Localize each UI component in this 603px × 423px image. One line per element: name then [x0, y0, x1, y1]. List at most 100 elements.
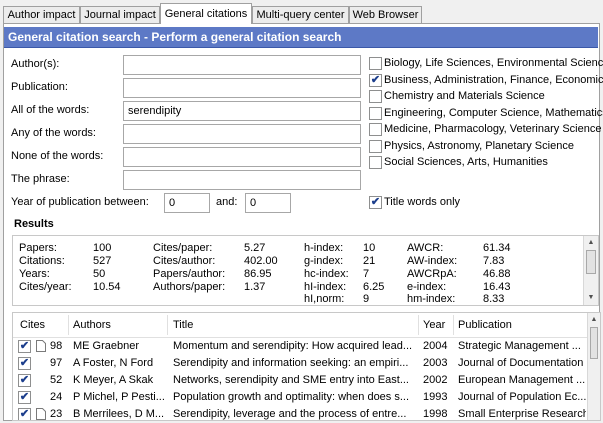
phrase-input[interactable]: [123, 170, 361, 190]
cites-author-value: 402.00: [244, 255, 278, 267]
subject-social-sciences-label: Social Sciences, Arts, Humanities: [384, 156, 548, 168]
results-metrics-panel: Papers: 100 Citations: 527 Years: 50 Cit…: [12, 235, 599, 306]
phrase-label: The phrase:: [11, 173, 70, 185]
year-from-input[interactable]: 0: [164, 193, 210, 213]
scroll-up-arrow-icon[interactable]: ▲: [584, 238, 598, 248]
tab-web-browser[interactable]: Web Browser: [349, 6, 422, 23]
subject-engineering-checkbox[interactable]: [369, 107, 382, 120]
cites-paper-value: 5.27: [244, 242, 266, 254]
hm-index-label: hm-index:: [407, 293, 456, 305]
subject-business-checkbox[interactable]: ✔: [369, 74, 382, 87]
tab-general-citations[interactable]: General citations: [160, 3, 252, 24]
column-header-authors[interactable]: Authors: [73, 319, 111, 331]
table-row[interactable]: ✔ 52 K Meyer, A Skak Networks, serendipi…: [13, 372, 600, 389]
cites-cell: 97: [50, 357, 63, 369]
page-title: General citation search - Perform a gene…: [4, 27, 598, 48]
column-header-title[interactable]: Title: [173, 319, 193, 331]
subject-chemistry-checkbox[interactable]: [369, 90, 382, 103]
authors-cell: K Meyer, A Skak: [73, 374, 154, 386]
results-scrollbar[interactable]: ▲ ▼: [583, 236, 598, 305]
column-divider[interactable]: [68, 315, 69, 335]
hc-index-value: 7: [363, 268, 370, 280]
scroll-down-arrow-icon[interactable]: ▼: [584, 293, 598, 303]
table-scrollbar[interactable]: ▲: [587, 313, 600, 420]
scrollbar-thumb[interactable]: [586, 250, 596, 274]
title-words-only-checkbox[interactable]: ✔: [369, 196, 382, 209]
none-words-input[interactable]: [123, 147, 361, 167]
publication-input[interactable]: [123, 78, 361, 98]
year-cell: 1998: [423, 408, 448, 420]
publication-cell: Strategic Management ...: [458, 340, 581, 352]
scroll-up-arrow-icon[interactable]: ▲: [588, 315, 600, 325]
publication-cell: Journal of Population Ec...: [458, 391, 586, 403]
cites-cell: 52: [50, 374, 63, 386]
subject-engineering-label: Engineering, Computer Science, Mathemati…: [384, 107, 603, 119]
cites-cell: 98: [50, 340, 63, 352]
authors-cell: P Michel, P Pesti...: [73, 391, 165, 403]
hm-index-value: 8.33: [483, 293, 505, 305]
cites-year-value: 10.54: [93, 281, 121, 293]
column-header-year[interactable]: Year: [423, 319, 445, 331]
subject-physics-checkbox[interactable]: [369, 140, 382, 153]
awcr-value: 61.34: [483, 242, 511, 254]
column-divider[interactable]: [167, 315, 168, 335]
row-select-checkbox[interactable]: ✔: [18, 340, 31, 353]
title-cell: Serendipity and information seeking: an …: [173, 357, 409, 369]
authors-cell: ME Graebner: [73, 340, 140, 352]
tab-multi-query-center[interactable]: Multi-query center: [252, 6, 349, 23]
years-label: Years:: [19, 268, 50, 280]
table-row[interactable]: ✔ 23 B Merrilees, D M... Serendipity, le…: [13, 406, 600, 420]
tab-bar: Author impact Journal impact General cit…: [0, 0, 603, 24]
publication-cell: Journal of Documentation: [458, 357, 584, 369]
hi-norm-label: hI,norm:: [304, 293, 345, 305]
awcrpa-label: AWCRpA:: [407, 268, 457, 280]
cites-cell: 24: [50, 391, 63, 403]
aw-index-label: AW-index:: [407, 255, 458, 267]
column-divider[interactable]: [453, 315, 454, 335]
column-header-cites[interactable]: Cites: [20, 319, 45, 331]
awcr-label: AWCR:: [407, 242, 444, 254]
subject-biology-checkbox[interactable]: [369, 57, 382, 70]
any-words-input[interactable]: [123, 124, 361, 144]
table-row[interactable]: ✔ 97 A Foster, N Ford Serendipity and in…: [13, 355, 600, 372]
year-cell: 1993: [423, 391, 448, 403]
and-label: and:: [216, 196, 238, 208]
row-select-checkbox[interactable]: ✔: [18, 408, 31, 420]
table-row[interactable]: ✔ 24 P Michel, P Pesti... Population gro…: [13, 389, 600, 406]
subject-biology-label: Biology, Life Sciences, Environmental Sc…: [384, 57, 603, 69]
all-words-input[interactable]: serendipity: [123, 101, 361, 121]
subject-physics-label: Physics, Astronomy, Planetary Science: [384, 140, 574, 152]
any-words-label: Any of the words:: [11, 127, 96, 139]
subject-medicine-checkbox[interactable]: [369, 123, 382, 136]
table-header: Cites Authors Title Year Publication: [13, 313, 600, 338]
column-divider[interactable]: [418, 315, 419, 335]
tab-journal-impact[interactable]: Journal impact: [80, 6, 160, 23]
title-cell: Momentum and serendipity: How acquired l…: [173, 340, 413, 352]
scrollbar-thumb[interactable]: [590, 327, 598, 359]
papers-author-value: 86.95: [244, 268, 272, 280]
hc-index-label: hc-index:: [304, 268, 349, 280]
table-row[interactable]: ✔ 98 ME Graebner Momentum and serendipit…: [13, 338, 600, 355]
results-heading: Results: [14, 218, 54, 230]
subject-business-label: Business, Administration, Finance, Econo…: [384, 74, 603, 86]
all-words-label: All of the words:: [11, 104, 90, 116]
publication-cell: Small Enterprise Research: [458, 408, 586, 420]
cites-paper-label: Cites/paper:: [153, 242, 213, 254]
citations-value: 527: [93, 255, 112, 267]
authors-input[interactable]: [123, 55, 361, 75]
subject-medicine-label: Medicine, Pharmacology, Veterinary Scien…: [384, 123, 602, 135]
hi-norm-value: 9: [363, 293, 370, 305]
subject-chemistry-label: Chemistry and Materials Science: [384, 90, 545, 102]
authors-paper-label: Authors/paper:: [153, 281, 226, 293]
row-select-checkbox[interactable]: ✔: [18, 391, 31, 404]
publication-cell: European Management ...: [458, 374, 586, 386]
cites-cell: 23: [50, 408, 63, 420]
column-header-publication[interactable]: Publication: [458, 319, 512, 331]
year-cell: 2002: [423, 374, 448, 386]
row-select-checkbox[interactable]: ✔: [18, 357, 31, 370]
year-to-input[interactable]: 0: [245, 193, 291, 213]
tab-author-impact[interactable]: Author impact: [3, 6, 80, 23]
subject-social-sciences-checkbox[interactable]: [369, 156, 382, 169]
papers-value: 100: [93, 242, 112, 254]
row-select-checkbox[interactable]: ✔: [18, 374, 31, 387]
